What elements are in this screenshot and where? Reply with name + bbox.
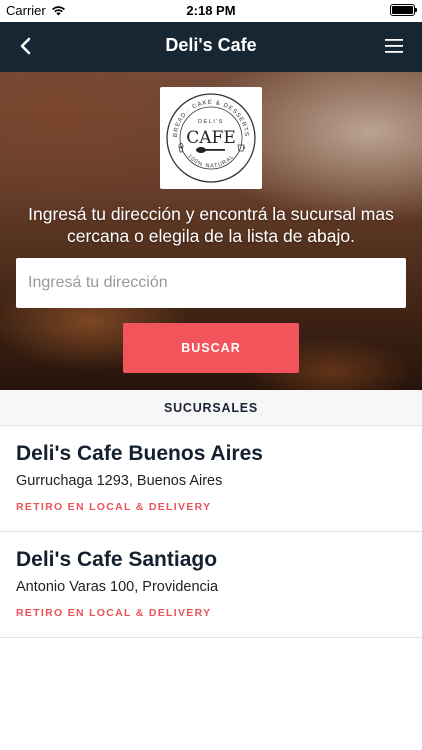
branch-address: Antonio Varas 100, Providencia — [16, 579, 219, 595]
battery-icon — [390, 4, 417, 16]
status-right — [390, 4, 417, 16]
hero-instruction: Ingresá tu dirección y encontrá la sucur… — [28, 204, 394, 246]
navigation-bar: Deli's Cafe — [0, 22, 422, 72]
battery-level — [392, 6, 413, 14]
status-time: 2:18 PM — [186, 3, 236, 18]
branch-name: Deli's Cafe Buenos Aires — [16, 442, 263, 465]
search-button[interactable]: BUSCAR — [123, 323, 299, 373]
logo-ring-bottom-text: 100% NATURAL — [186, 154, 236, 170]
logo-top-text: DELI'S — [198, 119, 224, 125]
brand-logo: BREAD · CAKE & DESSERTS 100% NATURAL DEL… — [160, 87, 262, 189]
page-title: Deli's Cafe — [165, 35, 257, 55]
branch-service-tag: RETIRO EN LOCAL & DELIVERY — [16, 501, 212, 513]
branch-item-santiago[interactable]: Deli's Cafe Santiago Antonio Varas 100, … — [0, 532, 422, 638]
address-input[interactable] — [16, 258, 406, 308]
branch-address: Gurruchaga 1293, Buenos Aires — [16, 473, 223, 489]
status-bar: Carrier 2:18 PM — [0, 0, 422, 22]
branch-item-buenos-aires[interactable]: Deli's Cafe Buenos Aires Gurruchaga 1293… — [0, 426, 422, 532]
logo-main-text: CAFE — [186, 128, 236, 148]
hamburger-menu-icon[interactable] — [384, 37, 404, 55]
hero-banner: BREAD · CAKE & DESSERTS 100% NATURAL DEL… — [0, 72, 422, 390]
section-header: SUCURSALES — [0, 390, 422, 426]
branch-service-tag: RETIRO EN LOCAL & DELIVERY — [16, 607, 212, 619]
logo-graphic: BREAD · CAKE & DESSERTS 100% NATURAL DEL… — [166, 93, 256, 183]
branch-name: Deli's Cafe Santiago — [16, 548, 218, 571]
